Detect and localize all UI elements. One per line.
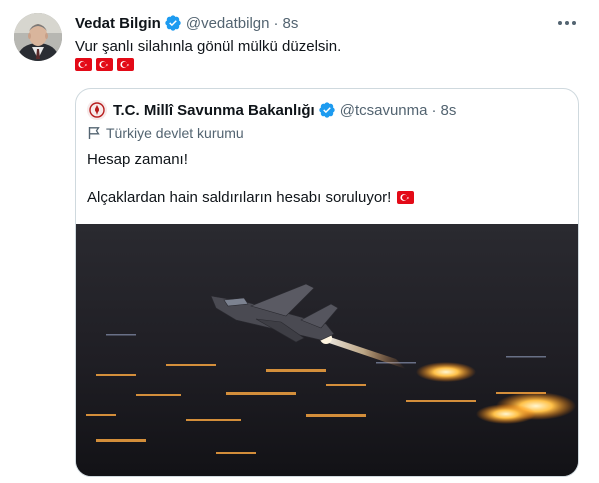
- quoted-tweet-header: T.C. Millî Savunma Bakanlığı @tcsavunma …: [87, 99, 456, 121]
- turkey-flag-icon: [397, 191, 415, 204]
- separator-dot: ·: [431, 101, 437, 119]
- tweet-text: Vur şanlı silahınla gönül mülkü düzelsin…: [75, 38, 342, 55]
- quoted-tweet-timestamp[interactable]: 8s: [440, 102, 456, 119]
- quoted-author-avatar[interactable]: [87, 100, 107, 120]
- author-handle[interactable]: @vedatbilgn: [186, 15, 270, 32]
- government-label-text: Türkiye devlet kurumu: [106, 125, 244, 141]
- tweet-timestamp[interactable]: 8s: [282, 15, 298, 32]
- tweet-header: Vedat Bilgin @vedatbilgn · 8s: [75, 13, 298, 33]
- quoted-author-name[interactable]: T.C. Millî Savunma Bakanlığı: [113, 102, 315, 119]
- author-name[interactable]: Vedat Bilgin: [75, 15, 161, 32]
- author-avatar[interactable]: [14, 13, 62, 61]
- turkey-flag-icon: [117, 58, 134, 71]
- quoted-tweet-text-line2: Alçaklardan hain saldırıların hesabı sor…: [87, 189, 415, 206]
- fighter-jet-photo[interactable]: [76, 224, 578, 476]
- flag-outline-icon: [88, 127, 100, 139]
- flag-emojis: [75, 58, 134, 71]
- quoted-tweet-text-line2-content: Alçaklardan hain saldırıların hesabı sor…: [87, 189, 392, 206]
- verified-badge-icon: [165, 15, 181, 31]
- quoted-author-handle[interactable]: @tcsavunma: [340, 102, 428, 119]
- quoted-tweet-text-line1: Hesap zamanı!: [87, 151, 188, 168]
- turkey-flag-icon: [96, 58, 113, 71]
- separator-dot: ·: [273, 14, 279, 32]
- quoted-tweet[interactable]: T.C. Millî Savunma Bakanlığı @tcsavunma …: [75, 88, 579, 477]
- turkey-flag-icon: [75, 58, 92, 71]
- verified-badge-icon: [319, 102, 335, 118]
- government-label: Türkiye devlet kurumu: [87, 125, 244, 141]
- more-icon[interactable]: [555, 14, 579, 32]
